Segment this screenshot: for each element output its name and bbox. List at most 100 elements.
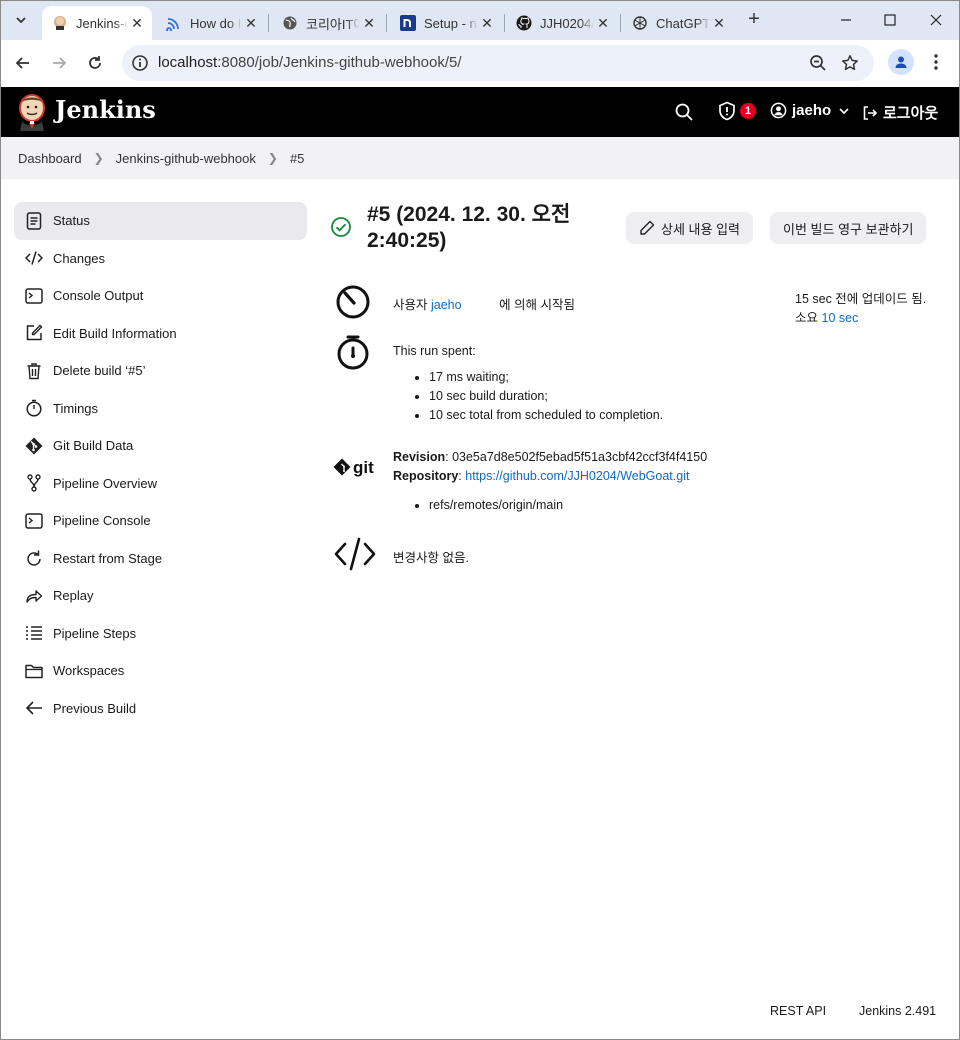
close-icon[interactable]: ✕ <box>710 15 728 32</box>
sidebar-item-edit-build-information[interactable]: Edit Build Information <box>14 315 307 353</box>
sidebar-item-label: Workspaces <box>53 663 125 679</box>
back-button[interactable] <box>9 49 37 77</box>
terminal-icon <box>25 512 43 530</box>
duration-link[interactable]: 10 sec <box>822 311 859 325</box>
sidebar-item-timings[interactable]: Timings <box>14 390 307 428</box>
sidebar-item-pipeline-overview[interactable]: Pipeline Overview <box>14 465 307 503</box>
logout-link[interactable]: 로그아웃 <box>862 102 938 123</box>
n-favicon <box>400 15 416 31</box>
close-window-button[interactable] <box>922 6 950 34</box>
zoom-icon[interactable] <box>808 53 828 73</box>
tab-ngrok[interactable]: Setup - ngrok ✕ <box>390 6 502 40</box>
list-item: 10 sec build duration; <box>429 387 663 406</box>
edit-description-button[interactable]: 상세 내용 입력 <box>626 212 753 244</box>
close-icon[interactable]: ✕ <box>128 15 146 32</box>
sidebar-item-previous-build[interactable]: Previous Build <box>14 690 307 728</box>
close-icon[interactable]: ✕ <box>360 15 378 32</box>
sidebar-item-replay[interactable]: Replay <box>14 577 307 615</box>
sidebar-item-status[interactable]: Status <box>14 202 307 240</box>
bookmark-star-icon[interactable] <box>840 53 860 73</box>
tab-separator <box>268 14 269 32</box>
url-text[interactable]: localhost:8080/job/Jenkins-github-webhoo… <box>158 54 462 71</box>
maximize-button[interactable] <box>876 6 904 34</box>
sidebar-item-workspaces[interactable]: Workspaces <box>14 652 307 690</box>
started-user-link[interactable]: jaeho <box>431 298 462 312</box>
user-menu-button[interactable]: jaeho <box>770 102 849 119</box>
shield-icon <box>719 101 735 121</box>
close-icon <box>930 14 942 26</box>
svg-text:git: git <box>353 458 374 477</box>
stopwatch-icon <box>25 399 43 417</box>
breadcrumb-job[interactable]: Jenkins-github-webhook <box>116 151 256 166</box>
close-icon[interactable]: ✕ <box>594 15 612 32</box>
site-info-icon[interactable] <box>130 53 150 73</box>
close-icon[interactable]: ✕ <box>242 15 260 32</box>
sidebar-item-label: Timings <box>53 400 99 416</box>
logout-icon <box>863 105 878 120</box>
sidebar-item-restart-from-stage[interactable]: Restart from Stage <box>14 540 307 578</box>
breadcrumb-dashboard[interactable]: Dashboard <box>18 151 82 166</box>
started-prefix: 사용자 <box>393 298 428 312</box>
folder-icon <box>25 662 43 680</box>
trash-icon <box>25 362 43 380</box>
sidebar-item-delete-build[interactable]: Delete build ‘#5’ <box>14 352 307 390</box>
tab-chatgpt[interactable]: ChatGPT ✕ <box>622 6 734 40</box>
sidebar-item-label: Pipeline Console <box>53 513 151 529</box>
tab-label: JJH0204/WebGoat <box>540 15 594 31</box>
reload-button[interactable] <box>81 49 109 77</box>
repository-link[interactable]: https://github.com/JJH0204/WebGoat.git <box>465 469 689 483</box>
security-alerts-button[interactable]: 1 <box>718 101 756 121</box>
breadcrumb-build[interactable]: #5 <box>290 151 304 166</box>
run-spent-list: 17 ms waiting; 10 sec build duration; 10… <box>393 368 663 425</box>
success-check-icon <box>330 216 352 238</box>
search-icon[interactable] <box>674 102 694 122</box>
sidebar-item-label: Git Build Data <box>53 438 134 454</box>
sidebar-item-pipeline-steps[interactable]: Pipeline Steps <box>14 615 307 653</box>
jenkins-logo-icon[interactable] <box>16 93 48 131</box>
reload-icon <box>89 56 101 69</box>
minimize-button[interactable] <box>832 6 860 34</box>
sidebar-item-console-output[interactable]: Console Output <box>14 277 307 315</box>
tab-github[interactable]: JJH0204/WebGoat ✕ <box>506 6 618 40</box>
tab-how-do[interactable]: How do I configure ✕ <box>156 6 266 40</box>
close-icon[interactable]: ✕ <box>478 15 496 32</box>
new-tab-button[interactable]: + <box>743 8 765 30</box>
revision-value: 03e5a7d8e502f5ebad5f51a3cbf42ccf3f4f4150 <box>452 450 708 464</box>
tab-korea-it[interactable]: 코리아IT아카데미 ✕ <box>272 6 384 40</box>
jenkins-version-link[interactable]: Jenkins 2.491 <box>859 1004 936 1018</box>
sidebar-item-label: Restart from Stage <box>53 550 163 566</box>
tab-separator <box>386 14 387 32</box>
tab-search-button[interactable] <box>8 7 34 33</box>
user-icon <box>770 102 787 119</box>
rest-api-link[interactable]: REST API <box>770 1004 826 1018</box>
sidebar-item-changes[interactable]: Changes <box>14 240 307 278</box>
sidebar-item-pipeline-console[interactable]: Pipeline Console <box>14 502 307 540</box>
keep-build-label: 이번 빌드 영구 보관하기 <box>783 221 914 237</box>
tab-jenkins[interactable]: Jenkins-github-webhook ✕ <box>42 6 152 40</box>
profile-avatar-icon[interactable] <box>888 49 914 75</box>
refs-list: refs/remotes/origin/main <box>393 496 707 515</box>
chatgpt-favicon <box>632 15 648 31</box>
browser-menu-icon[interactable] <box>926 49 946 75</box>
security-badge: 1 <box>740 103 756 119</box>
tab-separator <box>620 14 621 32</box>
chevron-down-icon <box>839 107 849 114</box>
edit-description-label: 상세 내용 입력 <box>661 221 740 237</box>
duration-label: 소요 <box>795 311 819 325</box>
list-item: 17 ms waiting; <box>429 368 663 387</box>
git-logo-icon: git <box>333 448 379 488</box>
updated-text: 15 sec 전에 업데이드 됨. <box>795 292 927 306</box>
keep-build-button[interactable]: 이번 빌드 영구 보관하기 <box>770 212 927 244</box>
arrow-right-icon <box>53 57 67 69</box>
run-spent-label: This run spent: <box>393 344 476 358</box>
tab-label: ChatGPT <box>656 15 710 31</box>
forward-button[interactable] <box>45 49 73 77</box>
no-changes-text: 변경사항 없음. <box>393 551 469 565</box>
sidebar-item-git-build-data[interactable]: Git Build Data <box>14 427 307 465</box>
webhook-favicon <box>166 15 182 31</box>
side-panel: Status Changes Console Output Edit Build… <box>14 202 307 727</box>
address-bar[interactable]: localhost:8080/job/Jenkins-github-webhoo… <box>122 45 874 81</box>
list-item: 10 sec total from scheduled to completio… <box>429 406 663 425</box>
sidebar-item-label: Pipeline Overview <box>53 475 158 491</box>
jenkins-brand[interactable]: Jenkins <box>55 95 156 124</box>
